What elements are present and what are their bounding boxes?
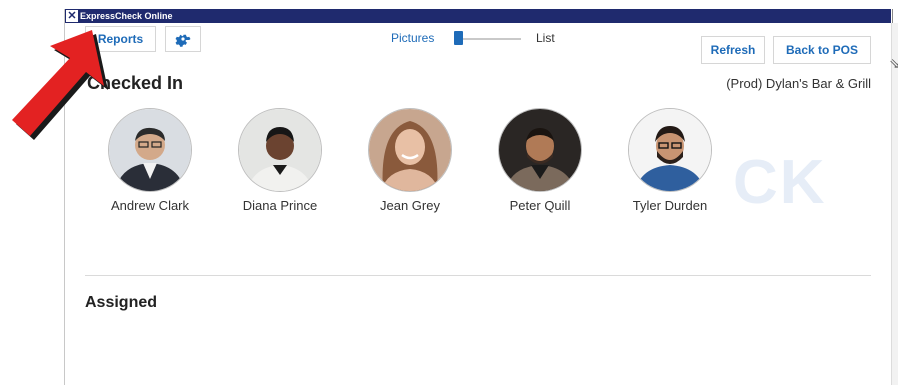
avatar[interactable] — [368, 108, 452, 192]
avatar[interactable] — [628, 108, 712, 192]
view-toggle-pictures[interactable]: Pictures — [391, 31, 434, 45]
person-card[interactable]: Diana Prince — [215, 108, 345, 213]
app-icon: ✕ — [66, 10, 78, 22]
title-bar-control[interactable] — [892, 9, 898, 23]
person-name: Diana Prince — [242, 198, 318, 213]
person-card[interactable]: Jean Grey — [345, 108, 475, 213]
mouse-cursor-icon: ⇘ — [889, 55, 898, 71]
person-name: Jean Grey — [380, 198, 440, 213]
checked-in-list: Andrew Clark Diana Prince Jean Grey Pete… — [85, 108, 735, 213]
person-card[interactable]: Tyler Durden — [605, 108, 735, 213]
watermark-logo: CK — [733, 148, 827, 217]
avatar[interactable] — [108, 108, 192, 192]
view-toggle-list[interactable]: List — [536, 31, 555, 45]
red-arrow-icon — [12, 30, 108, 140]
person-name: Andrew Clark — [110, 198, 190, 213]
person-name: Peter Quill — [509, 198, 571, 213]
person-card[interactable]: Peter Quill — [475, 108, 605, 213]
avatar[interactable] — [238, 108, 322, 192]
title-bar: ✕ ExpressCheck Online — [65, 9, 891, 23]
location-label: (Prod) Dylan's Bar & Grill — [726, 76, 871, 91]
window-title: ExpressCheck Online — [80, 11, 173, 21]
refresh-button[interactable]: Refresh — [701, 36, 765, 64]
person-name: Tyler Durden — [632, 198, 708, 213]
view-toggle-track[interactable] — [457, 38, 521, 40]
settings-button[interactable] — [165, 26, 201, 52]
back-to-pos-button[interactable]: Back to POS — [773, 36, 871, 64]
gear-icon — [175, 34, 191, 47]
app-window: ✕ ExpressCheck Online Reports Pictures L… — [64, 9, 898, 385]
assigned-heading: Assigned — [85, 294, 158, 311]
avatar[interactable] — [498, 108, 582, 192]
view-toggle-thumb[interactable] — [454, 31, 463, 45]
scrollbar[interactable] — [891, 23, 898, 385]
section-divider — [85, 275, 871, 276]
